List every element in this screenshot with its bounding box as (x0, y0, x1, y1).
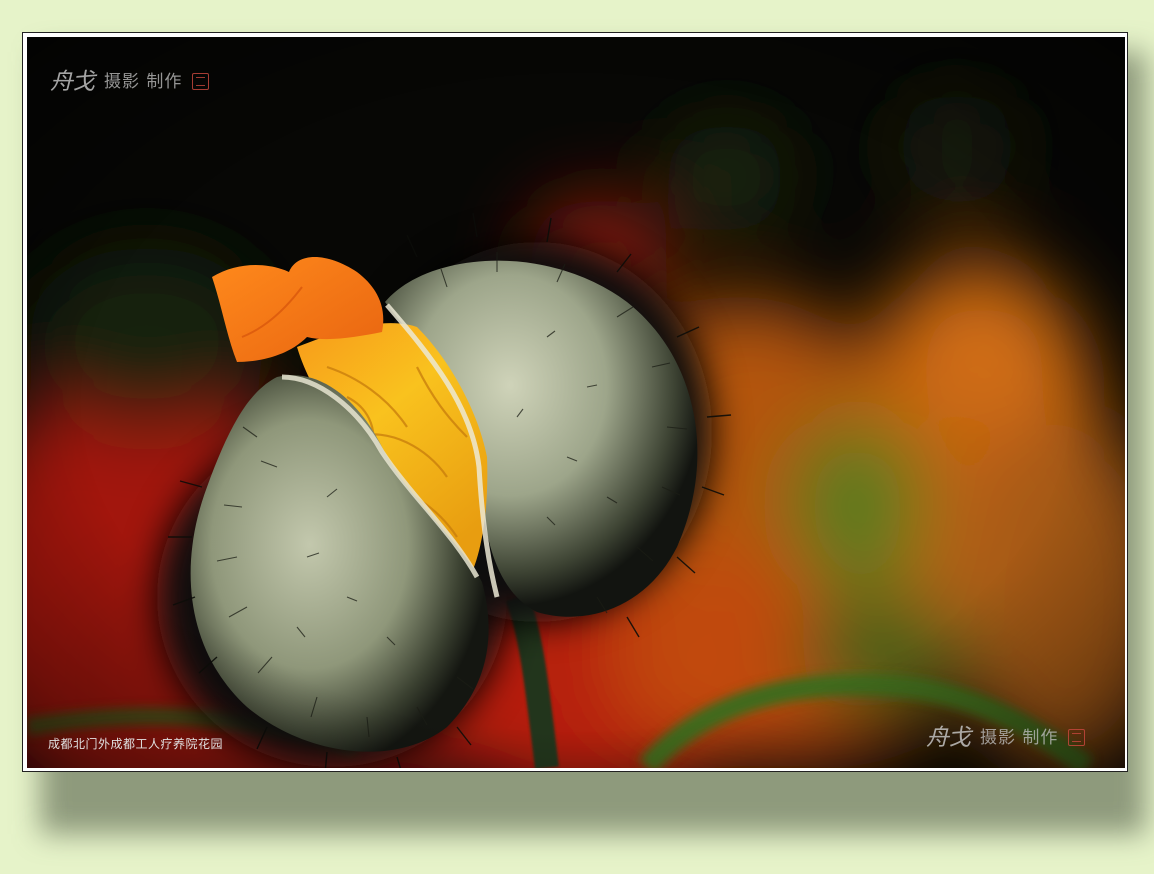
photographer-watermark-bottom: 舟戈 摄影 制作 (926, 718, 1086, 752)
location-caption: 成都北门外成都工人疗养院花园 (48, 737, 224, 751)
red-seal-icon (1068, 728, 1086, 746)
credit-text: 摄影 制作 (104, 71, 183, 92)
signature: 舟戈 (50, 69, 95, 95)
credit-text: 摄影 制作 (980, 727, 1059, 748)
poppy-bud-image (27, 37, 1125, 768)
photographer-watermark-top: 舟戈 摄影 制作 (50, 62, 210, 96)
photograph (27, 37, 1125, 768)
red-seal-icon (192, 72, 210, 90)
signature: 舟戈 (926, 725, 971, 751)
